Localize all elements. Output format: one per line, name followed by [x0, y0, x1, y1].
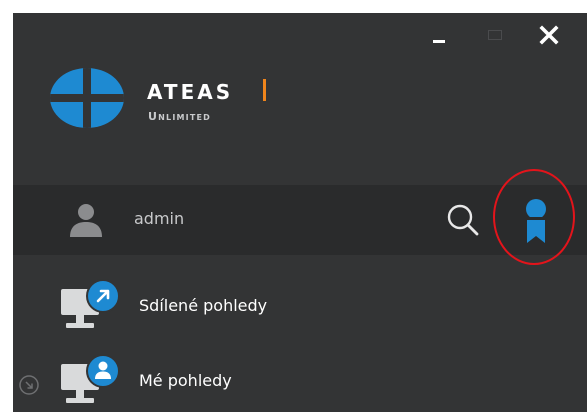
app-window: ATEAS Unlimited admin Sdílené pohledy Mé… [13, 13, 587, 412]
brand-name: ATEAS [147, 80, 234, 104]
shared-view-icon [61, 279, 120, 328]
brand-subtitle: Unlimited [148, 110, 212, 123]
list-item-my-views[interactable]: Mé pohledy [13, 349, 587, 409]
list-item-label: Mé pohledy [139, 371, 232, 390]
expand-arrow-icon[interactable] [18, 374, 40, 396]
list-item-shared-views[interactable]: Sdílené pohledy [13, 274, 587, 334]
list-item-label: Sdílené pohledy [139, 296, 268, 315]
award-ribbon-icon[interactable] [523, 199, 549, 245]
minimize-button[interactable] [427, 23, 451, 47]
username: admin [134, 209, 185, 228]
my-view-icon [61, 354, 120, 403]
maximize-icon [488, 30, 502, 40]
search-icon[interactable] [446, 203, 480, 237]
maximize-button[interactable] [483, 23, 507, 47]
user-bar: admin [13, 169, 587, 265]
close-button[interactable] [536, 23, 562, 47]
brand-accent-bar [263, 79, 266, 101]
minimize-icon [433, 39, 445, 43]
user-icon [70, 204, 102, 237]
close-icon [539, 25, 559, 45]
brand-logo [50, 68, 124, 128]
